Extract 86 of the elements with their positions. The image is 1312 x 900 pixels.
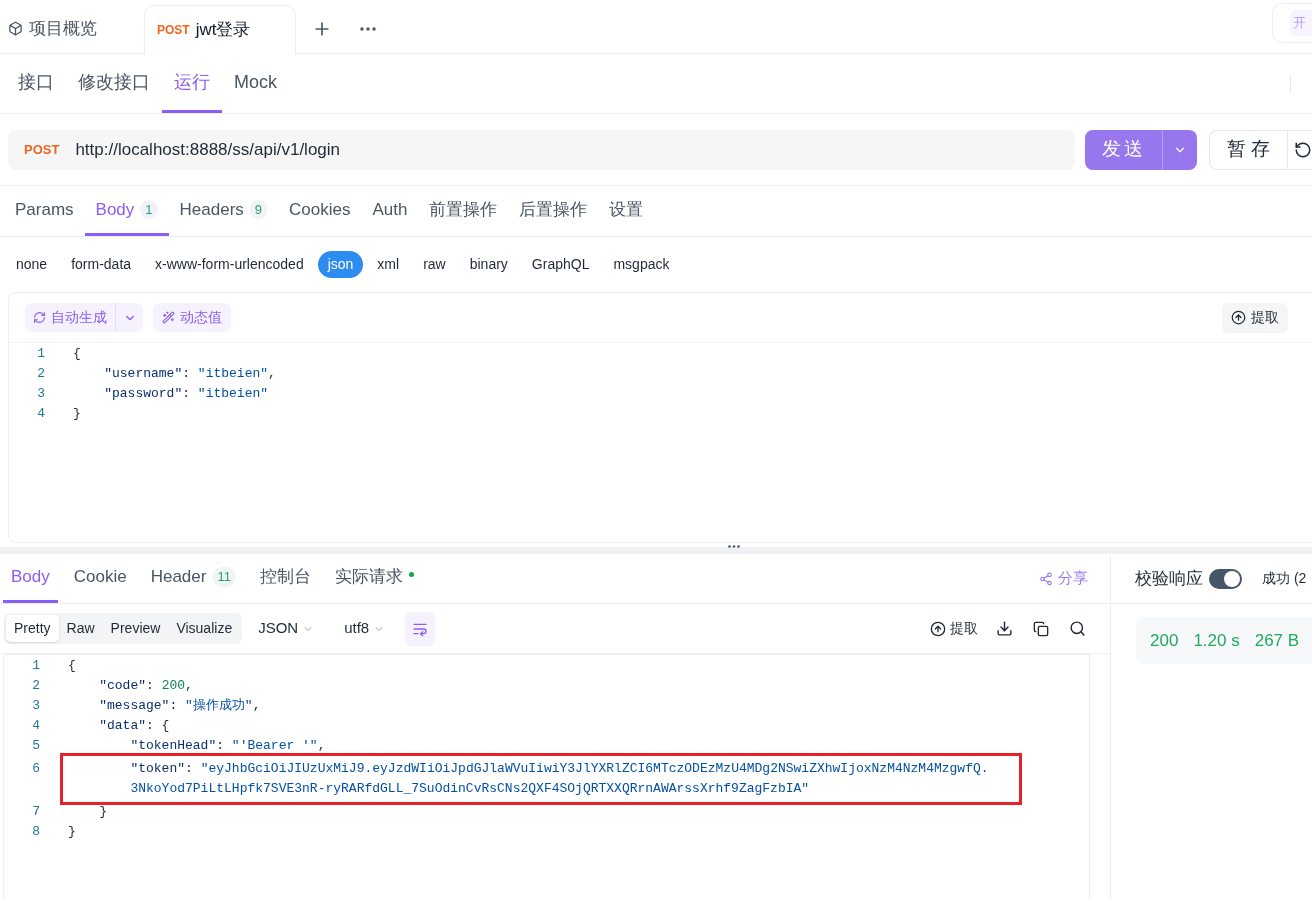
code-line: "password": "itbeien" xyxy=(103,385,269,404)
line-number: 5 xyxy=(31,737,41,756)
response-tab[interactable]: Header 11 xyxy=(142,554,244,603)
code-line: } xyxy=(67,823,76,842)
count-badge: 1 xyxy=(140,199,158,220)
body-type-option[interactable]: msgpack xyxy=(603,251,680,278)
wand-icon xyxy=(162,311,175,324)
response-tab[interactable]: Body xyxy=(3,554,58,603)
sub-tab[interactable]: Mock xyxy=(222,54,289,113)
code-line: { xyxy=(67,657,76,676)
body-type-option[interactable]: x-www-form-urlencoded xyxy=(145,251,314,278)
view-mode-tab[interactable]: Preview xyxy=(102,615,169,642)
code-line: { xyxy=(72,345,81,364)
response-time: 1.20 s xyxy=(1193,629,1240,652)
view-mode-tab[interactable]: Visualize xyxy=(168,615,241,642)
request-tab[interactable]: Auth xyxy=(361,186,419,236)
body-type-option[interactable]: none xyxy=(6,251,58,278)
validate-switch[interactable] xyxy=(1209,568,1242,589)
body-type-option[interactable]: GraphQL xyxy=(521,251,600,278)
body-type-option[interactable]: raw xyxy=(413,251,456,278)
response-tab[interactable]: Cookie xyxy=(65,554,135,603)
wrap-button[interactable] xyxy=(405,611,436,646)
copy-icon[interactable] xyxy=(1033,620,1049,637)
sub-tab[interactable]: 修改接口 xyxy=(66,54,162,113)
request-tab[interactable]: Cookies xyxy=(278,186,362,236)
count-badge: 9 xyxy=(249,199,268,220)
undo-icon[interactable] xyxy=(1294,140,1312,159)
response-tab[interactable]: 控制台 xyxy=(251,554,319,603)
method-label: POST xyxy=(24,140,60,159)
refresh-icon xyxy=(33,311,46,324)
request-tab[interactable]: Params xyxy=(4,186,85,236)
document-tab[interactable]: POST jwt登录 xyxy=(144,5,296,54)
view-mode-tab[interactable]: Pretty xyxy=(6,615,59,642)
line-number: 8 xyxy=(31,823,41,842)
code-line: "token": "eyJhbGciOiJIUzUxMiJ9.eyJzdWIiOiJpdGJlaWVuIiwiY3JlYXRlZCI6MTczODEzMzU4MDg2NSwiZXhwIjoxNzM4NzM4MzgwfQ. xyxy=(129,760,989,779)
request-tab[interactable]: 前置操作 xyxy=(418,186,509,236)
extract-button[interactable]: 提取 xyxy=(1222,302,1288,333)
code-line: "data": { xyxy=(98,717,170,736)
dynamic-value-button[interactable]: 动态值 xyxy=(153,303,231,332)
line-number: 1 xyxy=(31,657,41,676)
code-line: "tokenHead": "'Bearer '", xyxy=(129,737,326,756)
sub-tab[interactable]: 运行 xyxy=(162,54,222,113)
code-line: "code": 200, xyxy=(98,677,193,696)
line-number: 2 xyxy=(31,677,41,696)
url-field[interactable]: POST http://localhost:8888/ss/api/v1/login xyxy=(8,129,1076,170)
more-icon xyxy=(360,26,376,31)
line-number: 1 xyxy=(36,345,46,364)
request-tab[interactable]: Body 1 xyxy=(84,186,169,236)
line-number: 6 xyxy=(31,760,41,779)
download-icon[interactable] xyxy=(996,620,1013,637)
code-line: 3NkoYod7PiLtLHpfk7SVE3nR-ryRARfdGLL_7SuOdinCvRsCNs2QXF4SOjQRTXXQRrnAWArssXrhf9ZagFzbIA" xyxy=(129,780,810,799)
method-label: POST xyxy=(157,22,190,39)
request-tab[interactable]: 后置操作 xyxy=(508,186,599,236)
status-code: 200 xyxy=(1150,629,1179,652)
response-size: 267 B xyxy=(1254,629,1300,652)
line-number: 4 xyxy=(36,405,46,424)
request-tab[interactable]: Headers 9 xyxy=(168,186,279,236)
view-mode-tab[interactable]: Raw xyxy=(58,615,103,642)
code-line: "username": "itbeien", xyxy=(103,365,276,384)
body-type-option[interactable]: xml xyxy=(367,251,410,278)
body-type-option[interactable]: form-data xyxy=(61,251,142,278)
format-select[interactable]: JSON xyxy=(258,617,315,640)
code-line: } xyxy=(72,405,81,424)
grip-icon xyxy=(728,545,740,548)
code-line: } xyxy=(98,803,107,822)
cube-icon xyxy=(8,21,23,36)
line-number: 4 xyxy=(31,717,41,736)
code-line: "message": "操作成功", xyxy=(98,697,261,716)
body-type-option[interactable]: binary xyxy=(459,251,518,278)
extract-button[interactable]: 提取 xyxy=(930,618,978,639)
response-tab[interactable]: 实际请求 xyxy=(326,554,422,603)
line-number: 2 xyxy=(36,365,46,384)
document-tab[interactable]: 项目概览 xyxy=(6,4,144,53)
sub-tab[interactable]: 接口 xyxy=(6,54,66,113)
line-number: 3 xyxy=(31,697,41,716)
validate-label: 校验响应 xyxy=(1135,567,1203,590)
search-icon[interactable] xyxy=(1069,620,1086,637)
encoding-select[interactable]: utf8 xyxy=(344,617,386,640)
share-icon xyxy=(1039,571,1053,586)
line-number: 3 xyxy=(36,385,46,404)
result-text: 成功 (2 xyxy=(1262,569,1307,588)
count-badge: 11 xyxy=(212,567,236,587)
arrow-up-circle-icon xyxy=(930,620,946,637)
arrow-up-circle-icon xyxy=(1231,310,1246,325)
request-tab[interactable]: 设置 xyxy=(598,186,655,236)
line-number: 7 xyxy=(31,803,41,822)
